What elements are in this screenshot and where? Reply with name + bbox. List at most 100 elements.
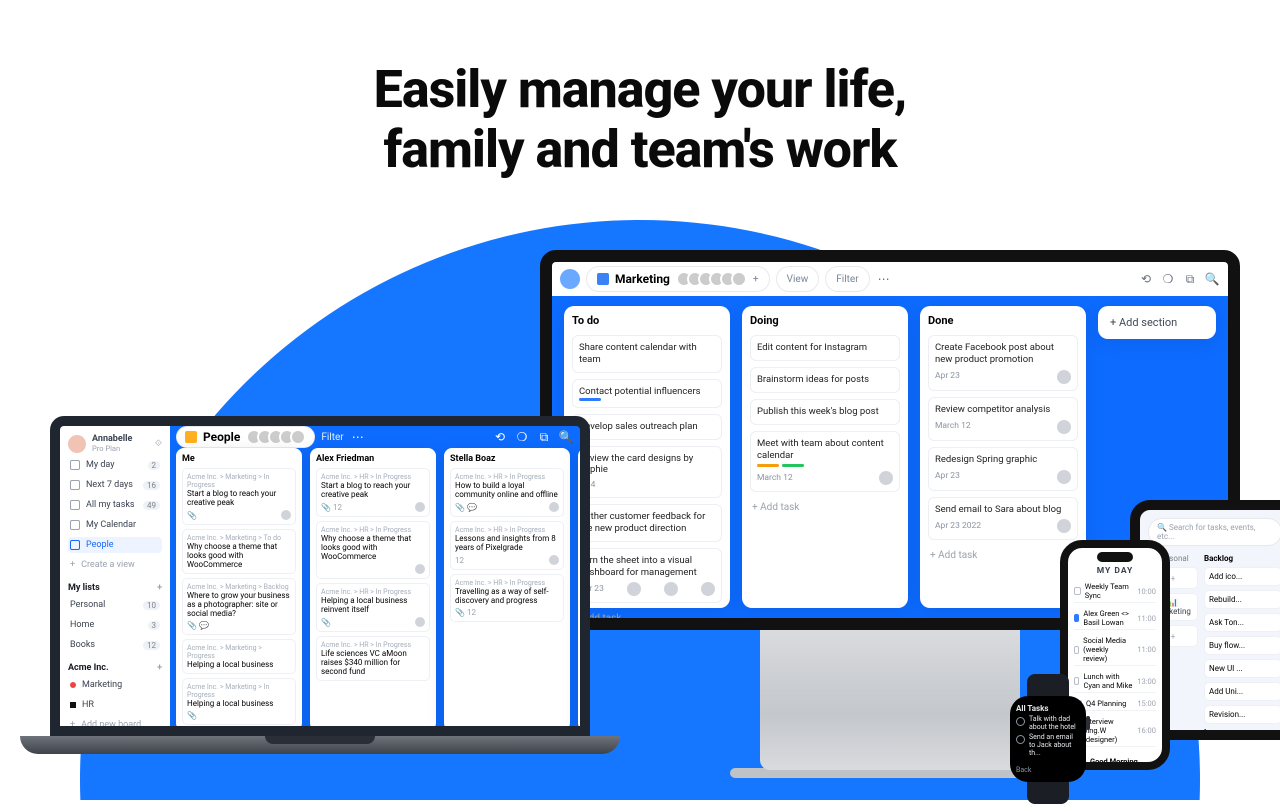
- task-card[interactable]: Contact potential influencers: [572, 379, 722, 408]
- watch-task[interactable]: Talk with dad about the hotel: [1016, 716, 1080, 731]
- list-item[interactable]: Add ico...: [1204, 567, 1280, 586]
- sidebar-item-calendar[interactable]: My Calendar: [68, 517, 162, 533]
- tablet-list: Backlog Add ico... Rebuild... Ask Ton...…: [1204, 554, 1280, 740]
- help-icon[interactable]: ❍: [1160, 271, 1176, 287]
- search-input[interactable]: 🔍 Search for tasks, events, etc...: [1148, 518, 1280, 546]
- list-home[interactable]: Home3: [68, 617, 162, 633]
- task-card[interactable]: Acme Inc. > HR > In ProgressLessons and …: [450, 521, 564, 570]
- task-card[interactable]: Redesign Spring graphicApr 23: [928, 447, 1078, 491]
- watch-back-button[interactable]: Back: [1016, 766, 1080, 774]
- sync-icon[interactable]: ⟲: [492, 429, 508, 445]
- task-card[interactable]: Acme Inc. > HR > In ProgressLife science…: [316, 636, 430, 681]
- notification-icon[interactable]: ⧉: [536, 429, 552, 445]
- task-row[interactable]: Alex Green <> Basil Lowan11:00: [1074, 607, 1156, 630]
- list-icon: [70, 500, 80, 510]
- board-title-pill[interactable]: People: [176, 426, 315, 448]
- section-backlog: Backlog: [1204, 554, 1280, 563]
- task-card[interactable]: Acme Inc. > Marketing > In ProgressHelpi…: [182, 678, 296, 725]
- sidebar: Annabelle Pro Plan ⟐ My day2 Next 7 days…: [60, 426, 170, 726]
- add-task-button[interactable]: + Add task: [572, 609, 722, 628]
- laptop-topbar: People Filter ⋯ ⟲ ❍ ⧉ 🔍: [170, 426, 580, 448]
- person-name: Alex Friedman: [316, 454, 430, 464]
- section-mylists[interactable]: My lists +: [68, 583, 162, 593]
- task-row[interactable]: Social Media (weekly review)11:00: [1074, 634, 1156, 666]
- column-doing: Doing Edit content for Instagram Brainst…: [742, 306, 908, 608]
- task-card[interactable]: Turn the sheet into a visual dashboard f…: [572, 548, 722, 604]
- task-card[interactable]: Send email to Sara about blogApr 23 2022: [928, 497, 1078, 541]
- task-card[interactable]: Acme Inc. > Marketing > ProgressHelping …: [182, 639, 296, 674]
- list-item[interactable]: Revision...: [1204, 705, 1280, 724]
- task-card[interactable]: Review the card designs by Sophie4 14: [572, 446, 722, 498]
- board-icon: [597, 273, 609, 285]
- task-card[interactable]: Meet with team about content calendarMar…: [750, 431, 900, 493]
- task-card[interactable]: Acme Inc. > Marketing > To doWhy choose …: [182, 529, 296, 574]
- view-switch[interactable]: View: [776, 266, 820, 292]
- list-item[interactable]: Add Uni...: [1204, 682, 1280, 701]
- create-view-button[interactable]: + Create a view: [68, 557, 162, 573]
- person-name: Stella Boaz: [450, 454, 564, 464]
- task-card[interactable]: Brainstorm ideas for posts: [750, 367, 900, 393]
- task-card[interactable]: Edit content for Instagram: [750, 335, 900, 361]
- filter-button[interactable]: Filter: [825, 266, 869, 292]
- search-icon[interactable]: 🔍: [558, 429, 574, 445]
- task-row[interactable]: Q4 Planning15:00: [1074, 697, 1156, 711]
- sidebar-item-myday[interactable]: My day2: [68, 457, 162, 473]
- list-books[interactable]: Books12: [68, 637, 162, 653]
- task-card[interactable]: Share content calendar with team: [572, 335, 722, 373]
- list-item[interactable]: New UI ...: [1204, 659, 1280, 678]
- filter-button[interactable]: Filter: [321, 432, 343, 443]
- task-row[interactable]: Weekly Team Sync10:00: [1074, 580, 1156, 603]
- person-name: Me: [182, 454, 296, 464]
- list-hr[interactable]: HR: [68, 697, 162, 713]
- task-card[interactable]: Acme Inc. > HR > In ProgressHelping a lo…: [316, 583, 430, 632]
- add-member-icon[interactable]: +: [753, 274, 759, 285]
- board-title-pill[interactable]: Marketing +: [586, 266, 770, 292]
- avatar: [68, 435, 86, 453]
- user-name: Annabelle: [92, 434, 132, 444]
- profile[interactable]: Annabelle Pro Plan ⟐: [68, 434, 162, 453]
- list-item[interactable]: Rebuild...: [1204, 590, 1280, 609]
- sidebar-item-people[interactable]: People: [68, 537, 162, 553]
- task-card[interactable]: Acme Inc. > Marketing > In ProgressStart…: [182, 468, 296, 525]
- task-card[interactable]: Publish this week's blog post: [750, 399, 900, 425]
- list-item[interactable]: Buy flow...: [1204, 636, 1280, 655]
- digital-crown[interactable]: [1086, 716, 1090, 730]
- sync-icon[interactable]: ⟲: [1138, 271, 1154, 287]
- more-icon[interactable]: ⋯: [350, 429, 366, 445]
- task-card[interactable]: Gather customer feedback for the new pro…: [572, 504, 722, 542]
- board-name: People: [203, 430, 240, 444]
- task-card[interactable]: Review competitor analysisMarch 12: [928, 397, 1078, 441]
- section-inprogress: In-progress: [1204, 728, 1280, 737]
- section-acme[interactable]: Acme Inc. +: [68, 663, 162, 673]
- square-icon: [70, 702, 76, 708]
- column-title: Doing: [750, 314, 900, 327]
- task-card[interactable]: Acme Inc. > HR > In ProgressWhy choose a…: [316, 521, 430, 579]
- task-row[interactable]: Lunch with Cyan and Mike13:00: [1074, 670, 1156, 693]
- person-column: Stella Boaz Acme Inc. > HR > In Progress…: [444, 448, 570, 726]
- task-card[interactable]: Acme Inc. > HR > In ProgressHow to build…: [450, 468, 564, 517]
- sidebar-item-next7[interactable]: Next 7 days16: [68, 477, 162, 493]
- task-card[interactable]: Create Facebook post about new product p…: [928, 335, 1078, 391]
- task-card[interactable]: Acme Inc. > Marketing > BacklogWhere to …: [182, 578, 296, 635]
- search-icon[interactable]: 🔍: [1204, 271, 1220, 287]
- watch-task[interactable]: Send an email to Jack about th...: [1016, 734, 1080, 757]
- people-board: Me Acme Inc. > Marketing > In ProgressSt…: [170, 448, 580, 726]
- sidebar-item-alltasks[interactable]: All my tasks49: [68, 497, 162, 513]
- task-card[interactable]: Acme Inc. > HR > In ProgressTravelling a…: [450, 574, 564, 622]
- notification-icon[interactable]: ⧉: [1182, 271, 1198, 287]
- add-task-button[interactable]: + Add task: [750, 498, 900, 517]
- board-members[interactable]: [676, 271, 747, 287]
- task-card[interactable]: Develop sales outreach plan: [572, 414, 722, 440]
- more-icon[interactable]: ⋯: [876, 271, 892, 287]
- list-personal[interactable]: Personal10: [68, 597, 162, 613]
- list-item[interactable]: Ask Ton...: [1204, 613, 1280, 632]
- list-marketing[interactable]: Marketing: [68, 677, 162, 693]
- add-board-button[interactable]: + Add new board: [68, 717, 162, 733]
- task-card[interactable]: Acme Inc. > HR > In ProgressStart a blog…: [316, 468, 430, 517]
- help-icon[interactable]: ❍: [514, 429, 530, 445]
- workspace-avatar[interactable]: [560, 269, 580, 289]
- dot-icon: [70, 682, 76, 688]
- add-task-button[interactable]: + Add task: [928, 546, 1078, 565]
- add-section-button[interactable]: + Add section: [1098, 306, 1216, 339]
- pin-icon[interactable]: ⟐: [155, 439, 162, 449]
